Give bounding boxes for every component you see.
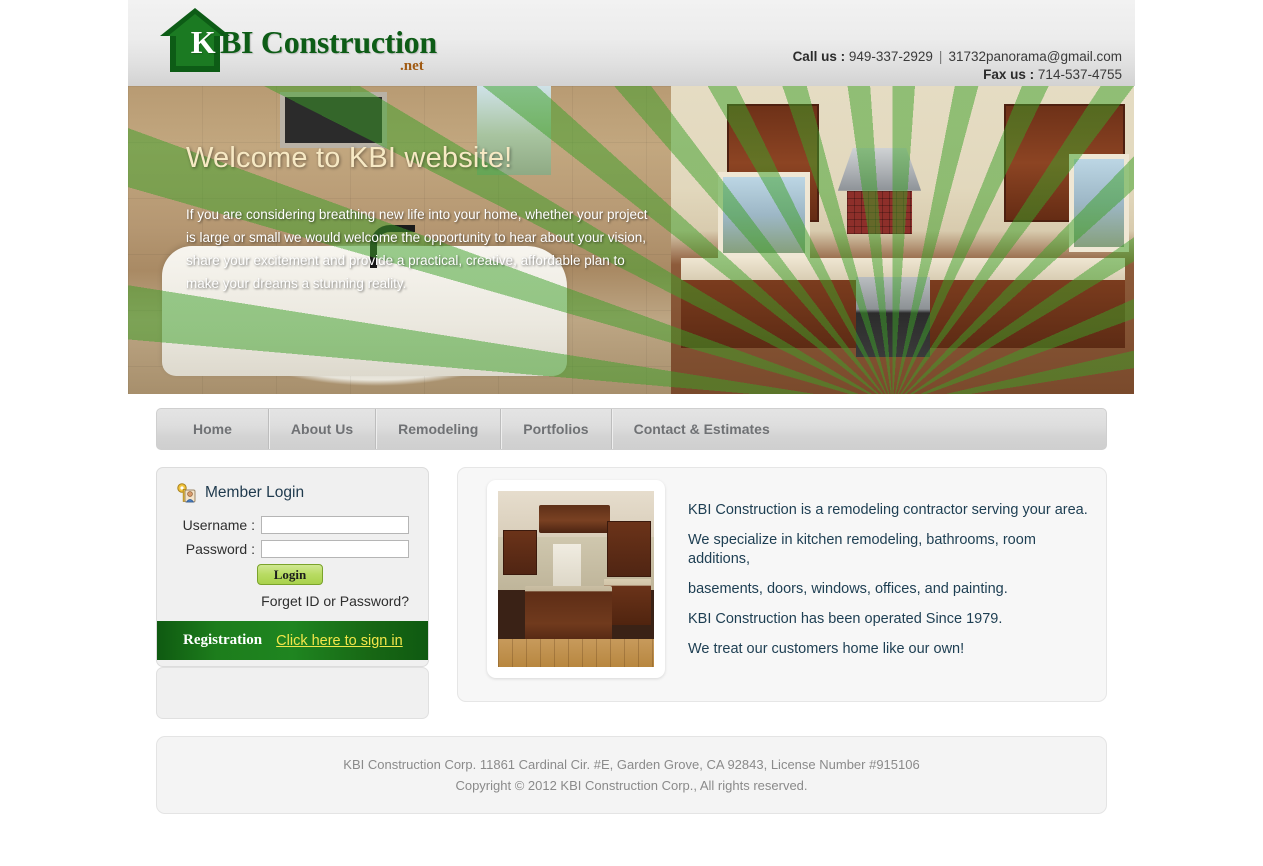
photo-pot-rack: [538, 505, 611, 534]
nav-item-contact-estimates[interactable]: Contact & Estimates: [612, 409, 792, 449]
contact-call-row: Call us : 949-337-2929 | 31732panorama@gma…: [793, 48, 1122, 66]
footer-copyright: Copyright © 2012 KBI Construction Corp.,…: [455, 778, 808, 793]
page-root: K BI Construction .net Call us : 949-337-…: [0, 0, 1263, 866]
kitchen-remodel-photo: [498, 491, 654, 667]
email-address[interactable]: 31732panorama@gmail.com: [948, 49, 1122, 64]
description-line-4: KBI Construction has been operated Since…: [688, 611, 1003, 627]
description-line-1: KBI Construction is a remodeling contrac…: [688, 502, 1088, 518]
registration-label: Registration: [183, 632, 263, 648]
forgot-credentials-link[interactable]: Forget ID or Password?: [157, 593, 428, 609]
registration-signin-link[interactable]: Click here to sign in: [276, 633, 403, 649]
footer-address: KBI Construction Corp. 11861 Cardinal Ci…: [343, 757, 920, 772]
fax-number: 714-537-4755: [1037, 67, 1122, 82]
kitchen-photo-frame: [487, 480, 665, 678]
member-login-panel: Member Login Username : Password : Login…: [156, 467, 429, 667]
logo-wordmark: K BI Construction: [186, 24, 437, 61]
hero-banner: Welcome to KBI website! If you are consi…: [128, 86, 1134, 394]
photo-cabinet-right: [607, 520, 651, 578]
fax-us-label: Fax us :: [983, 67, 1035, 82]
logo-name: BI Construction: [220, 24, 437, 60]
sidebar-empty-panel: [156, 667, 429, 719]
description-line-5: We treat our customers home like our own…: [688, 641, 965, 657]
hero-title: Welcome to KBI website!: [186, 142, 513, 174]
site-logo[interactable]: K BI Construction .net: [158, 2, 578, 86]
hero-kitchen-window-left: [717, 172, 811, 259]
login-button[interactable]: Login: [257, 564, 323, 585]
photo-door: [552, 543, 581, 587]
username-input[interactable]: [261, 516, 409, 534]
hero-backsplash: [847, 190, 912, 234]
description-line-3: basements, doors, windows, offices, and …: [688, 581, 1008, 597]
password-label: Password :: [185, 541, 255, 557]
password-input[interactable]: [261, 540, 409, 558]
hero-wall-frame: [280, 92, 388, 148]
hero-range-hood: [837, 147, 922, 191]
company-description: KBI Construction is a remodeling contrac…: [688, 501, 1098, 670]
hero-description: If you are considering breathing new lif…: [186, 207, 648, 291]
description-line-2: We specialize in kitchen remodeling, bat…: [688, 532, 1036, 567]
username-row: Username :: [157, 516, 428, 534]
hero-oven-range: [856, 276, 931, 358]
call-us-label: Call us :: [792, 49, 846, 64]
nav-item-about-us[interactable]: About Us: [269, 409, 377, 449]
photo-cabinet-left: [502, 529, 537, 576]
hero-kitchen-photo: [671, 86, 1134, 394]
logo-tld: .net: [400, 58, 424, 74]
hero-text-block: Welcome to KBI website! If you are consi…: [186, 142, 656, 295]
contact-separator: |: [938, 49, 943, 64]
header-contact-info: Call us : 949-337-2929 | 31732panorama@gma…: [793, 48, 1122, 84]
password-row: Password :: [157, 540, 428, 558]
photo-hardwood-floor: [498, 638, 654, 667]
phone-number[interactable]: 949-337-2929: [849, 49, 933, 64]
hero-kitchen-window-right: [1069, 153, 1130, 253]
contact-fax-row: Fax us : 714-537-4755: [793, 66, 1122, 84]
login-button-row: Login: [157, 564, 428, 585]
site-footer: KBI Construction Corp. 11861 Cardinal Ci…: [156, 736, 1107, 814]
logo-mark-letter: K: [190, 24, 216, 60]
site-header: K BI Construction .net Call us : 949-337-…: [128, 0, 1135, 86]
main-navigation: Home About Us Remodeling Portfolios Cont…: [156, 408, 1107, 450]
main-content-panel: KBI Construction is a remodeling contrac…: [457, 467, 1107, 702]
registration-bar: Registration Click here to sign in: [157, 621, 428, 660]
member-login-title: Member Login: [205, 484, 305, 501]
member-login-header: Member Login: [157, 482, 428, 516]
username-label: Username :: [182, 517, 255, 533]
key-user-icon: [175, 482, 197, 504]
nav-item-home[interactable]: Home: [157, 409, 269, 449]
nav-item-portfolios[interactable]: Portfolios: [501, 409, 612, 449]
nav-item-remodeling[interactable]: Remodeling: [376, 409, 502, 449]
